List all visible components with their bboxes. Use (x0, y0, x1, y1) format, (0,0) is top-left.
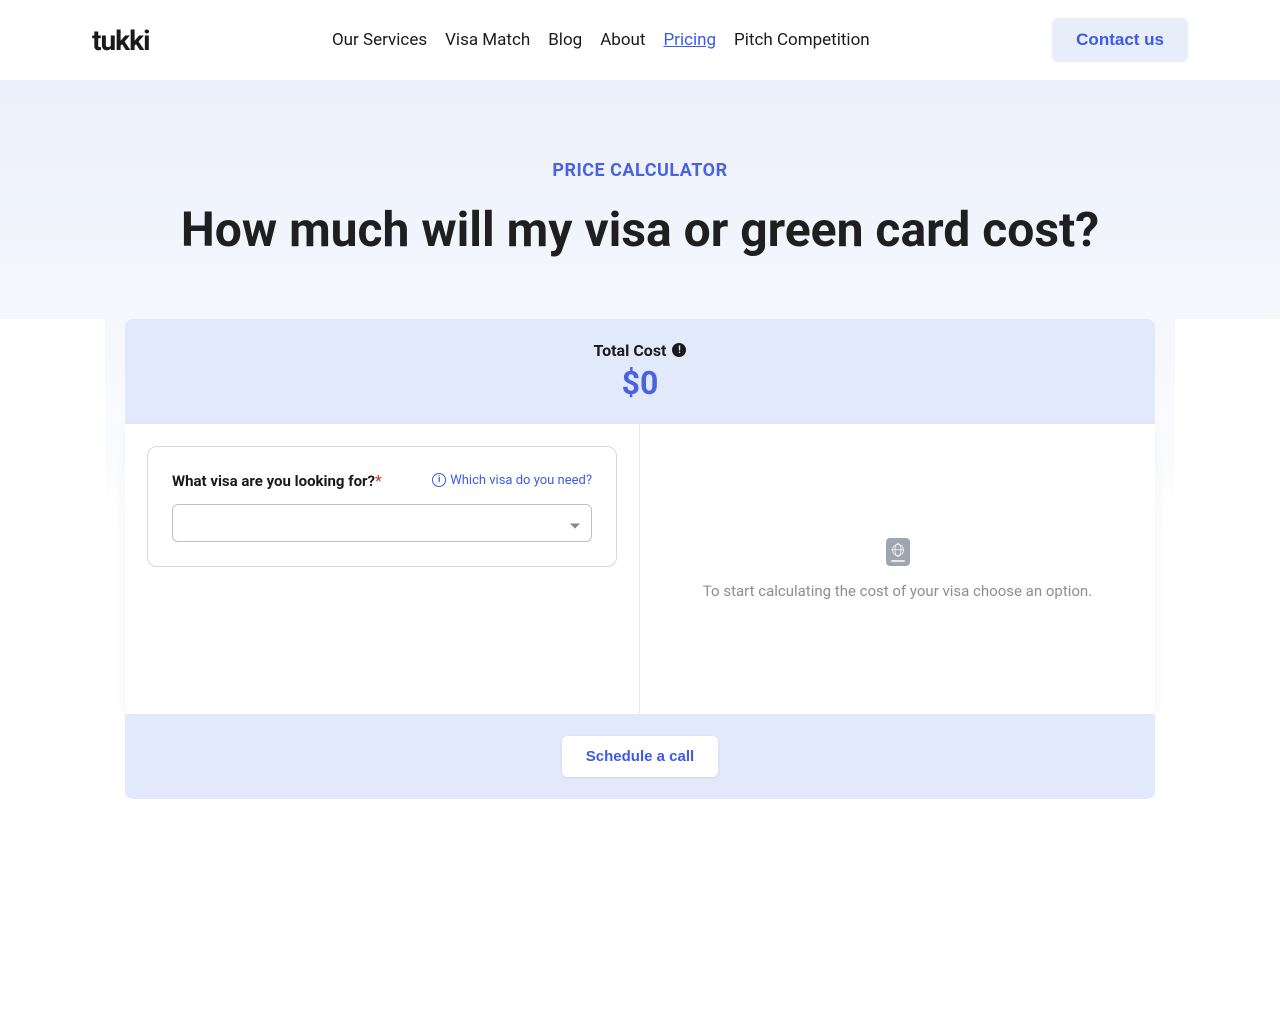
nav-blog[interactable]: Blog (548, 30, 582, 50)
question-label: What visa are you looking for? (172, 472, 375, 490)
total-cost-label-row: Total Cost ! (594, 341, 687, 360)
total-cost-value: $0 (125, 364, 1155, 402)
logo[interactable]: tukki (92, 24, 149, 57)
nav-about[interactable]: About (600, 30, 645, 50)
total-cost-label: Total Cost (594, 341, 667, 360)
calculator-section: Total Cost ! $0 What visa are you lookin… (105, 319, 1175, 859)
which-visa-help-link[interactable]: i Which visa do you need? (432, 473, 592, 488)
calculator-left-panel: What visa are you looking for?* i Which … (125, 424, 640, 714)
nav-pricing[interactable]: Pricing (663, 30, 716, 50)
hero-section: PRICE CALCULATOR How much will my visa o… (0, 80, 1280, 319)
schedule-call-button[interactable]: Schedule a call (562, 736, 718, 777)
question-label-wrapper: What visa are you looking for?* (172, 471, 382, 490)
info-outline-icon: i (432, 473, 446, 487)
hero-eyebrow: PRICE CALCULATOR (0, 160, 1280, 181)
required-indicator: * (375, 471, 382, 490)
visa-select[interactable] (172, 504, 592, 542)
nav-our-services[interactable]: Our Services (332, 30, 427, 50)
info-icon[interactable]: ! (672, 343, 686, 357)
visa-select-wrapper (172, 504, 592, 542)
contact-us-button[interactable]: Contact us (1052, 18, 1188, 62)
nav-visa-match[interactable]: Visa Match (445, 30, 530, 50)
total-cost-bar: Total Cost ! $0 (125, 319, 1155, 424)
main-nav: Our Services Visa Match Blog About Prici… (332, 30, 870, 50)
hero-title: How much will my visa or green card cost… (0, 201, 1280, 259)
nav-pitch-competition[interactable]: Pitch Competition (734, 30, 870, 50)
calculator-body: What visa are you looking for?* i Which … (125, 424, 1155, 714)
visa-question-card: What visa are you looking for?* i Which … (147, 446, 617, 567)
empty-state-text: To start calculating the cost of your vi… (703, 582, 1092, 600)
calculator-right-panel: To start calculating the cost of your vi… (640, 424, 1155, 714)
question-header: What visa are you looking for?* i Which … (172, 471, 592, 490)
header: tukki Our Services Visa Match Blog About… (0, 0, 1280, 80)
help-link-text: Which visa do you need? (450, 473, 592, 488)
passport-icon (886, 538, 910, 566)
schedule-bar: Schedule a call (125, 714, 1155, 799)
